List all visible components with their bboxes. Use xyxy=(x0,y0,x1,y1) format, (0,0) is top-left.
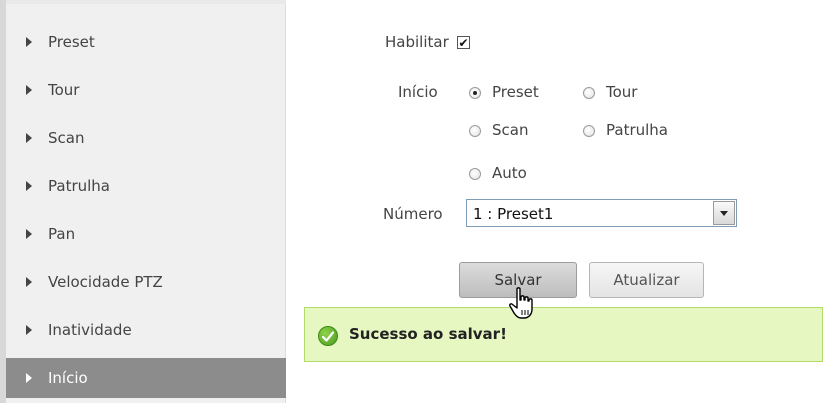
sidebar-item-patrulha[interactable]: Patrulha xyxy=(6,166,286,206)
sidebar-item-scan[interactable]: Scan xyxy=(6,118,286,158)
caret-right-icon xyxy=(26,277,32,287)
sidebar-item-pan[interactable]: Pan xyxy=(6,214,286,254)
sidebar-menu: Preset Tour Scan Patrulha Pan Velocidade… xyxy=(0,0,286,403)
caret-right-icon xyxy=(26,325,32,335)
caret-right-icon xyxy=(26,181,32,191)
number-select-value: 1 : Preset1 xyxy=(473,205,554,223)
radio-patrulha[interactable] xyxy=(583,125,595,137)
sidebar-item-label: Tour xyxy=(48,81,80,99)
number-select[interactable]: 1 : Preset1 xyxy=(466,199,737,227)
caret-right-icon xyxy=(26,229,32,239)
radio-auto-label: Auto xyxy=(492,164,527,182)
number-label: Número xyxy=(383,205,443,223)
sidebar-item-inicio[interactable]: Início xyxy=(6,358,286,398)
refresh-button[interactable]: Atualizar xyxy=(589,262,704,298)
sidebar-item-tour[interactable]: Tour xyxy=(6,70,286,110)
sidebar-item-label: Scan xyxy=(48,129,85,147)
sidebar-item-label: Início xyxy=(48,369,88,387)
sidebar-item-velocidade-ptz[interactable]: Velocidade PTZ xyxy=(6,262,286,302)
check-circle-icon xyxy=(318,326,338,346)
caret-right-icon xyxy=(26,133,32,143)
radio-tour[interactable] xyxy=(583,87,595,99)
start-label: Início xyxy=(398,83,438,101)
radio-scan-label: Scan xyxy=(492,121,529,139)
caret-right-icon xyxy=(26,373,32,383)
caret-right-icon xyxy=(26,85,32,95)
caret-right-icon xyxy=(26,37,32,47)
radio-preset[interactable] xyxy=(469,87,481,99)
sidebar-item-label: Preset xyxy=(48,33,95,51)
sidebar-item-preset[interactable]: Preset xyxy=(6,22,286,62)
chevron-down-icon[interactable] xyxy=(713,201,735,225)
sidebar-item-inatividade[interactable]: Inatividade xyxy=(6,310,286,350)
radio-auto[interactable] xyxy=(469,168,481,180)
sidebar-top-edge xyxy=(0,0,286,4)
radio-patrulha-label: Patrulha xyxy=(606,121,668,139)
radio-preset-label: Preset xyxy=(492,83,539,101)
sidebar-item-label: Inatividade xyxy=(48,321,132,339)
sidebar-item-label: Patrulha xyxy=(48,177,110,195)
radio-scan[interactable] xyxy=(469,125,481,137)
main-panel: Habilitar ✔ Início Preset Tour Scan Patr… xyxy=(287,0,830,403)
radio-tour-label: Tour xyxy=(606,83,638,101)
sidebar-item-label: Velocidade PTZ xyxy=(48,273,163,291)
enable-label: Habilitar xyxy=(385,33,449,51)
enable-checkbox[interactable]: ✔ xyxy=(457,36,470,49)
success-notification: Sucesso ao salvar! xyxy=(304,307,823,362)
hand-pointer-cursor-icon xyxy=(509,287,533,319)
sidebar-item-label: Pan xyxy=(48,225,76,243)
success-message: Sucesso ao salvar! xyxy=(349,325,507,343)
